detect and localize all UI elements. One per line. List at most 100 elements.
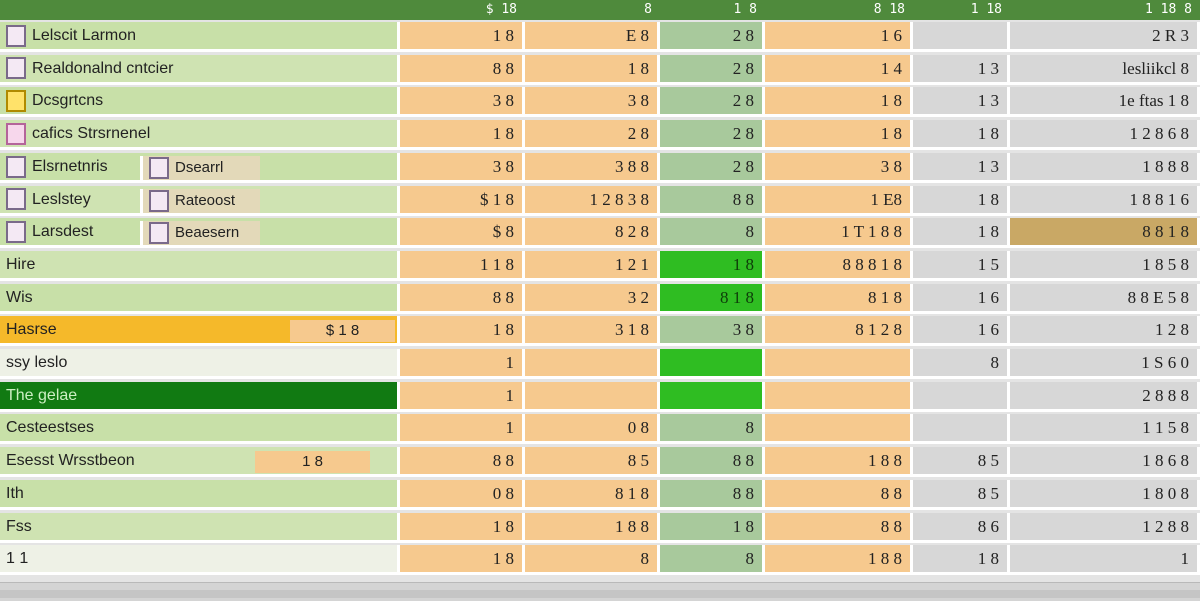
- cell-d[interactable]: 8 1 2 8: [765, 316, 913, 347]
- row-label-cell[interactable]: Elsrnetnris Dsearrl: [0, 152, 400, 183]
- cell-b[interactable]: [525, 381, 660, 412]
- cell-f[interactable]: 1 8 8 8: [1010, 152, 1200, 183]
- cell-c[interactable]: 1 8: [660, 512, 765, 543]
- checkbox-icon[interactable]: [149, 189, 169, 212]
- sub-option[interactable]: Dsearrl: [140, 155, 260, 180]
- cell-a[interactable]: 1: [400, 381, 525, 412]
- cell-b[interactable]: 1 8 8: [525, 512, 660, 543]
- row-label-cell[interactable]: ssy leslo: [0, 349, 400, 379]
- cell-e[interactable]: 1 3: [913, 152, 1010, 183]
- cell-d[interactable]: 8 8 8 1 8: [765, 250, 913, 281]
- row-label-cell[interactable]: Lelscit Larmon: [0, 22, 400, 52]
- cell-f[interactable]: 1 S 6 0: [1010, 349, 1200, 379]
- cell-d[interactable]: 1 E8: [765, 185, 913, 216]
- column-header-c[interactable]: 1 8: [660, 0, 765, 20]
- cell-e[interactable]: 1 3: [913, 87, 1010, 118]
- column-header-f[interactable]: 1 18 8: [1010, 0, 1200, 20]
- cell-f[interactable]: 8 8 1 8: [1010, 218, 1200, 249]
- row-label-cell[interactable]: The gelae: [0, 381, 400, 412]
- cell-c[interactable]: 8 1 8: [660, 283, 765, 314]
- cell-b[interactable]: 2 8: [525, 120, 660, 151]
- row-label-cell[interactable]: Cesteestses: [0, 414, 400, 445]
- cell-e[interactable]: 1 6: [913, 283, 1010, 314]
- cell-a[interactable]: $ 1 8: [400, 185, 525, 216]
- cell-e[interactable]: 1 8: [913, 185, 1010, 216]
- cell-e[interactable]: 8 5: [913, 447, 1010, 478]
- cell-f[interactable]: 1 2 8 8: [1010, 512, 1200, 543]
- cell-a[interactable]: 3 8: [400, 152, 525, 183]
- cell-a[interactable]: $ 8: [400, 218, 525, 249]
- cell-b[interactable]: 3 8: [525, 87, 660, 118]
- row-label-cell[interactable]: cafics Strsrnenel: [0, 120, 400, 151]
- cell-a[interactable]: 3 8: [400, 87, 525, 118]
- cell-f[interactable]: 1 2 8: [1010, 316, 1200, 347]
- cell-c[interactable]: 2 8: [660, 54, 765, 85]
- row-label-cell[interactable]: Realdonalnd cntcier: [0, 54, 400, 85]
- cell-d[interactable]: [765, 349, 913, 379]
- cell-e[interactable]: 8 5: [913, 479, 1010, 510]
- cell-e[interactable]: [913, 381, 1010, 412]
- cell-f[interactable]: 1 2 8 6 8: [1010, 120, 1200, 151]
- cell-c[interactable]: 3 8: [660, 316, 765, 347]
- cell-a[interactable]: 1: [400, 349, 525, 379]
- cell-b[interactable]: 1 2 1: [525, 250, 660, 281]
- cell-a[interactable]: 1 8: [400, 120, 525, 151]
- cell-b[interactable]: 8 5: [525, 447, 660, 478]
- cell-d[interactable]: 1 8 8: [765, 545, 913, 576]
- cell-f[interactable]: 2 R 3: [1010, 22, 1200, 52]
- cell-a[interactable]: 1 1 8: [400, 250, 525, 281]
- cell-c[interactable]: 2 8: [660, 22, 765, 52]
- checkbox-icon[interactable]: [6, 24, 26, 47]
- cell-d[interactable]: 1 4: [765, 54, 913, 85]
- cell-d[interactable]: 1 8: [765, 120, 913, 151]
- cell-e[interactable]: [913, 414, 1010, 445]
- checkbox-icon[interactable]: [149, 156, 169, 179]
- sub-option[interactable]: Beaesern: [140, 221, 260, 246]
- column-header-e[interactable]: 1 18: [913, 0, 1010, 20]
- cell-b[interactable]: 1 2 8 3 8: [525, 185, 660, 216]
- row-label-cell[interactable]: Esesst Wrsstbeon 1 8: [0, 447, 400, 478]
- cell-b[interactable]: 0 8: [525, 414, 660, 445]
- cell-e[interactable]: 1 5: [913, 250, 1010, 281]
- row-label-cell[interactable]: Hire: [0, 250, 400, 281]
- cell-a[interactable]: 0 8: [400, 479, 525, 510]
- cell-e[interactable]: 8 6: [913, 512, 1010, 543]
- cell-f[interactable]: 1: [1010, 545, 1200, 576]
- column-header-a[interactable]: $ 18: [400, 0, 525, 20]
- cell-a[interactable]: 1 8: [400, 22, 525, 52]
- cell-c[interactable]: 8 8: [660, 185, 765, 216]
- cell-b[interactable]: 1 8: [525, 54, 660, 85]
- cell-d[interactable]: 1 8: [765, 87, 913, 118]
- cell-b[interactable]: 8 2 8: [525, 218, 660, 249]
- cell-e[interactable]: 1 6: [913, 316, 1010, 347]
- sub-option[interactable]: Rateoost: [140, 188, 260, 213]
- checkbox-icon[interactable]: [6, 155, 26, 178]
- cell-c[interactable]: [660, 349, 765, 379]
- cell-c[interactable]: 1 8: [660, 250, 765, 281]
- cell-c[interactable]: 8: [660, 218, 765, 249]
- cell-c[interactable]: 2 8: [660, 120, 765, 151]
- cell-e[interactable]: 1 3: [913, 54, 1010, 85]
- cell-d[interactable]: 8 8: [765, 479, 913, 510]
- cell-e[interactable]: [913, 22, 1010, 52]
- cell-b[interactable]: 3 1 8: [525, 316, 660, 347]
- cell-a[interactable]: 1: [400, 414, 525, 445]
- row-label-cell[interactable]: Leslstey Rateoost: [0, 185, 400, 216]
- row-label-cell[interactable]: Larsdest Beaesern: [0, 218, 400, 249]
- cell-a[interactable]: 8 8: [400, 447, 525, 478]
- cell-c[interactable]: [660, 381, 765, 412]
- cell-f[interactable]: 1 8 8 1 6: [1010, 185, 1200, 216]
- cell-c[interactable]: 8 8: [660, 447, 765, 478]
- cell-f[interactable]: lesliikcl 8: [1010, 54, 1200, 85]
- cell-f[interactable]: 2 8 8 8: [1010, 381, 1200, 412]
- cell-e[interactable]: 1 8: [913, 545, 1010, 576]
- cell-e[interactable]: 1 8: [913, 218, 1010, 249]
- cell-b[interactable]: 8 1 8: [525, 479, 660, 510]
- cell-b[interactable]: 8: [525, 545, 660, 576]
- column-header-label[interactable]: [0, 0, 400, 20]
- cell-d[interactable]: 3 8: [765, 152, 913, 183]
- pencil-icon[interactable]: [6, 57, 26, 80]
- cell-d[interactable]: 8 1 8: [765, 283, 913, 314]
- row-label-cell[interactable]: Wis: [0, 283, 400, 314]
- column-header-b[interactable]: 8: [525, 0, 660, 20]
